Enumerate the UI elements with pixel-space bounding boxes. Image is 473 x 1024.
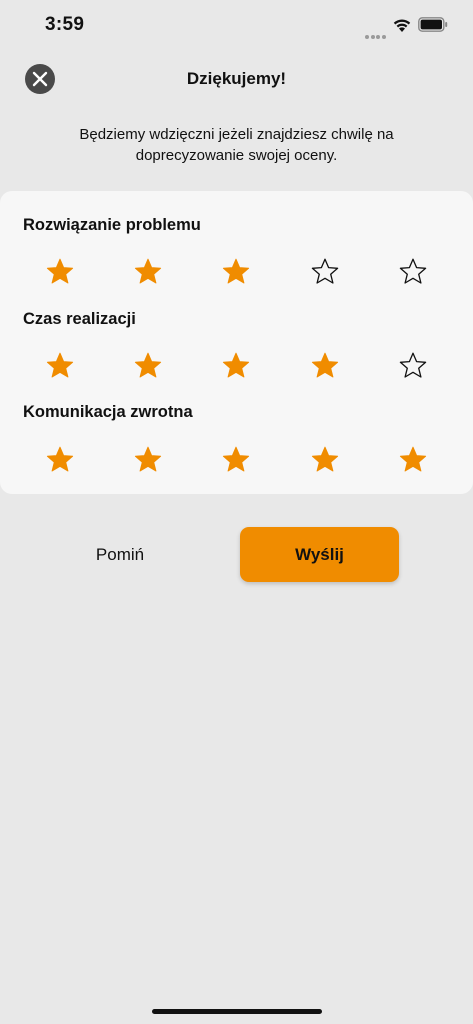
status-bar: 3:59 xyxy=(0,0,473,52)
star-rating xyxy=(0,255,473,289)
star-filled-icon[interactable] xyxy=(45,445,75,475)
star-filled-icon[interactable] xyxy=(221,351,251,381)
rating-card: Rozwiązanie problemu Czas realizacji Kom… xyxy=(0,191,473,494)
battery-icon xyxy=(418,17,448,32)
rating-label: Czas realizacji xyxy=(23,310,136,328)
star-filled-icon[interactable] xyxy=(45,257,75,287)
rating-label: Komunikacja zwrotna xyxy=(23,403,193,421)
status-time: 3:59 xyxy=(45,14,85,35)
star-rating xyxy=(0,349,473,383)
intro-text: Będziemy wdzięczni jeżeli znajdziesz chw… xyxy=(79,126,394,164)
star-filled-icon[interactable] xyxy=(133,445,163,475)
star-filled-icon[interactable] xyxy=(133,257,163,287)
home-indicator xyxy=(152,1009,322,1014)
star-rating xyxy=(0,443,473,477)
send-button[interactable]: Wyślij xyxy=(240,527,399,582)
star-filled-icon[interactable] xyxy=(221,257,251,287)
star-filled-icon[interactable] xyxy=(133,351,163,381)
skip-button[interactable]: Pomiń xyxy=(60,528,180,582)
star-empty-icon[interactable] xyxy=(398,257,428,287)
star-empty-icon[interactable] xyxy=(398,351,428,381)
page-title: Dziękujemy! xyxy=(186,69,287,88)
star-filled-icon[interactable] xyxy=(45,351,75,381)
star-empty-icon[interactable] xyxy=(310,257,340,287)
rating-label: Rozwiązanie problemu xyxy=(23,216,201,234)
star-filled-icon[interactable] xyxy=(221,445,251,475)
star-filled-icon[interactable] xyxy=(310,445,340,475)
wifi-icon xyxy=(393,19,411,32)
star-filled-icon[interactable] xyxy=(310,351,340,381)
star-filled-icon[interactable] xyxy=(398,445,428,475)
cellular-signal-icon xyxy=(365,26,387,39)
